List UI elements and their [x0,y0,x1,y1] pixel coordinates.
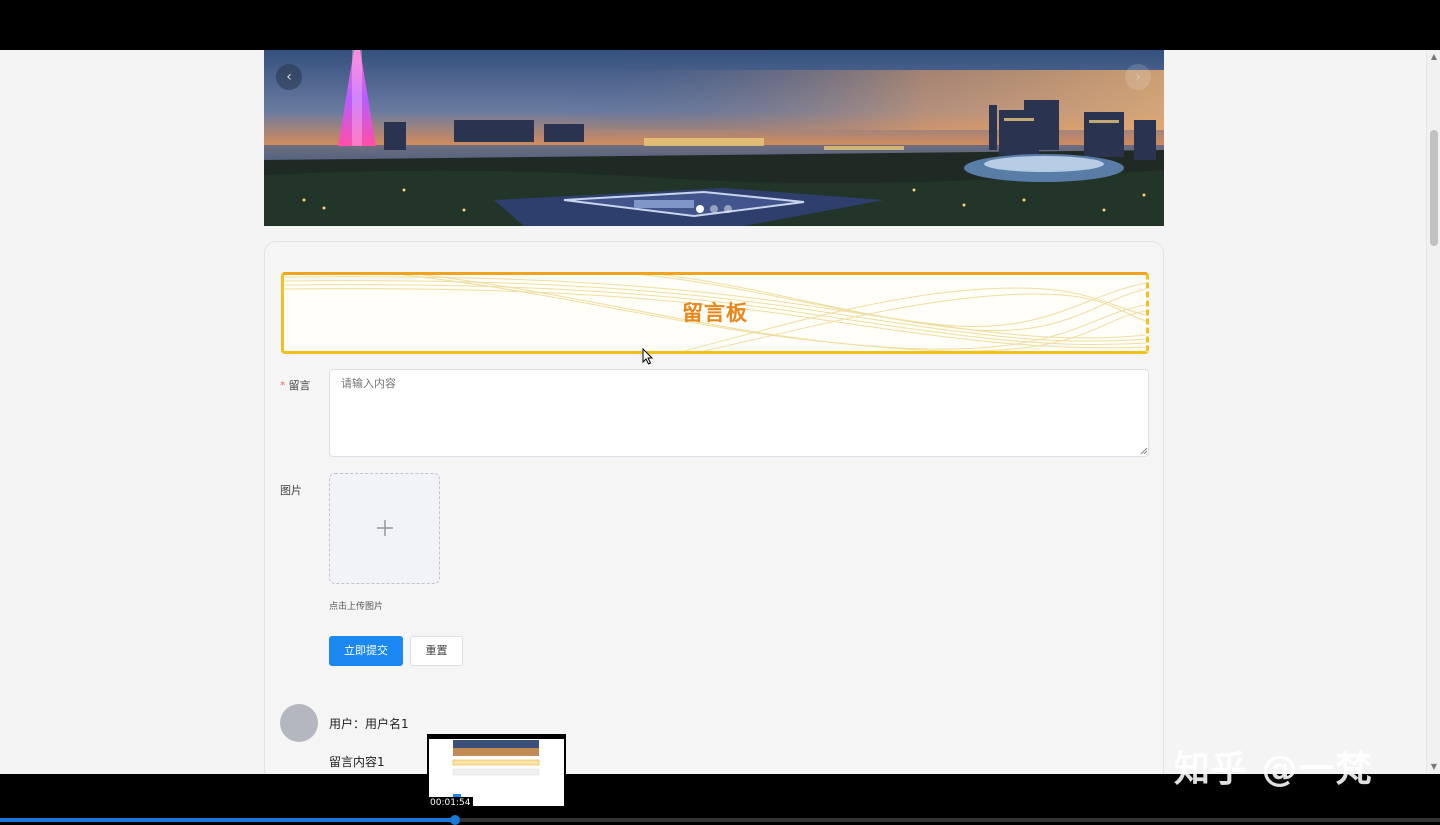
browser-viewport: ‹ › 留言板 * 留言 请输入内容 图片 点击上传图片 立即提交 重置 用户：… [0,50,1440,774]
message-board-banner: 留言板 [281,272,1149,354]
zhihu-watermark: 知乎 @一梵 [1174,749,1373,790]
scroll-up-arrow-icon[interactable]: ▲ [1427,50,1440,64]
message-label-text: 留言 [288,379,311,392]
plus-icon [377,520,393,536]
board-title: 留言板 [682,301,748,325]
message-label: * 留言 [280,377,311,393]
submit-button[interactable]: 立即提交 [329,636,403,666]
carousel: ‹ › [264,50,1164,226]
preview-frame-image [429,736,564,806]
scroll-thumb[interactable] [1430,130,1438,246]
chevron-left-icon: ‹ [286,69,292,85]
carousel-dot-3[interactable] [724,205,732,213]
mouse-cursor-icon [642,348,654,365]
resize-handle-icon[interactable] [1140,447,1148,455]
carousel-dot-2[interactable] [710,205,718,213]
carousel-indicators [264,205,1164,215]
carousel-next-button[interactable]: › [1125,64,1151,90]
required-mark: * [280,379,286,392]
message-textarea[interactable] [329,369,1149,457]
image-upload-box[interactable] [329,473,440,584]
comment-content: 留言内容1 [329,755,385,769]
video-progress-bar[interactable] [0,815,1440,825]
carousel-dot-1[interactable] [696,205,704,213]
video-progress-fill [0,818,456,822]
scroll-down-arrow-icon[interactable]: ▼ [1427,760,1440,774]
preview-timestamp: 00:01:54 [427,797,474,810]
message-board-card: 留言板 *留言 图片 点击上传图片 立即提交 重置 用户：用户名1 留言内容1 [264,241,1164,774]
video-top-bar [0,0,1440,50]
image-label: 图片 [280,484,302,497]
comment-user: 用户：用户名1 [329,717,409,731]
chevron-right-icon: › [1135,69,1141,85]
upload-hint: 点击上传图片 [329,602,384,612]
carousel-city-image [264,50,1164,226]
avatar [280,704,318,742]
page-scrollbar[interactable]: ▲ ▼ [1426,50,1440,774]
carousel-prev-button[interactable]: ‹ [276,64,302,90]
reset-button[interactable]: 重置 [410,636,463,666]
